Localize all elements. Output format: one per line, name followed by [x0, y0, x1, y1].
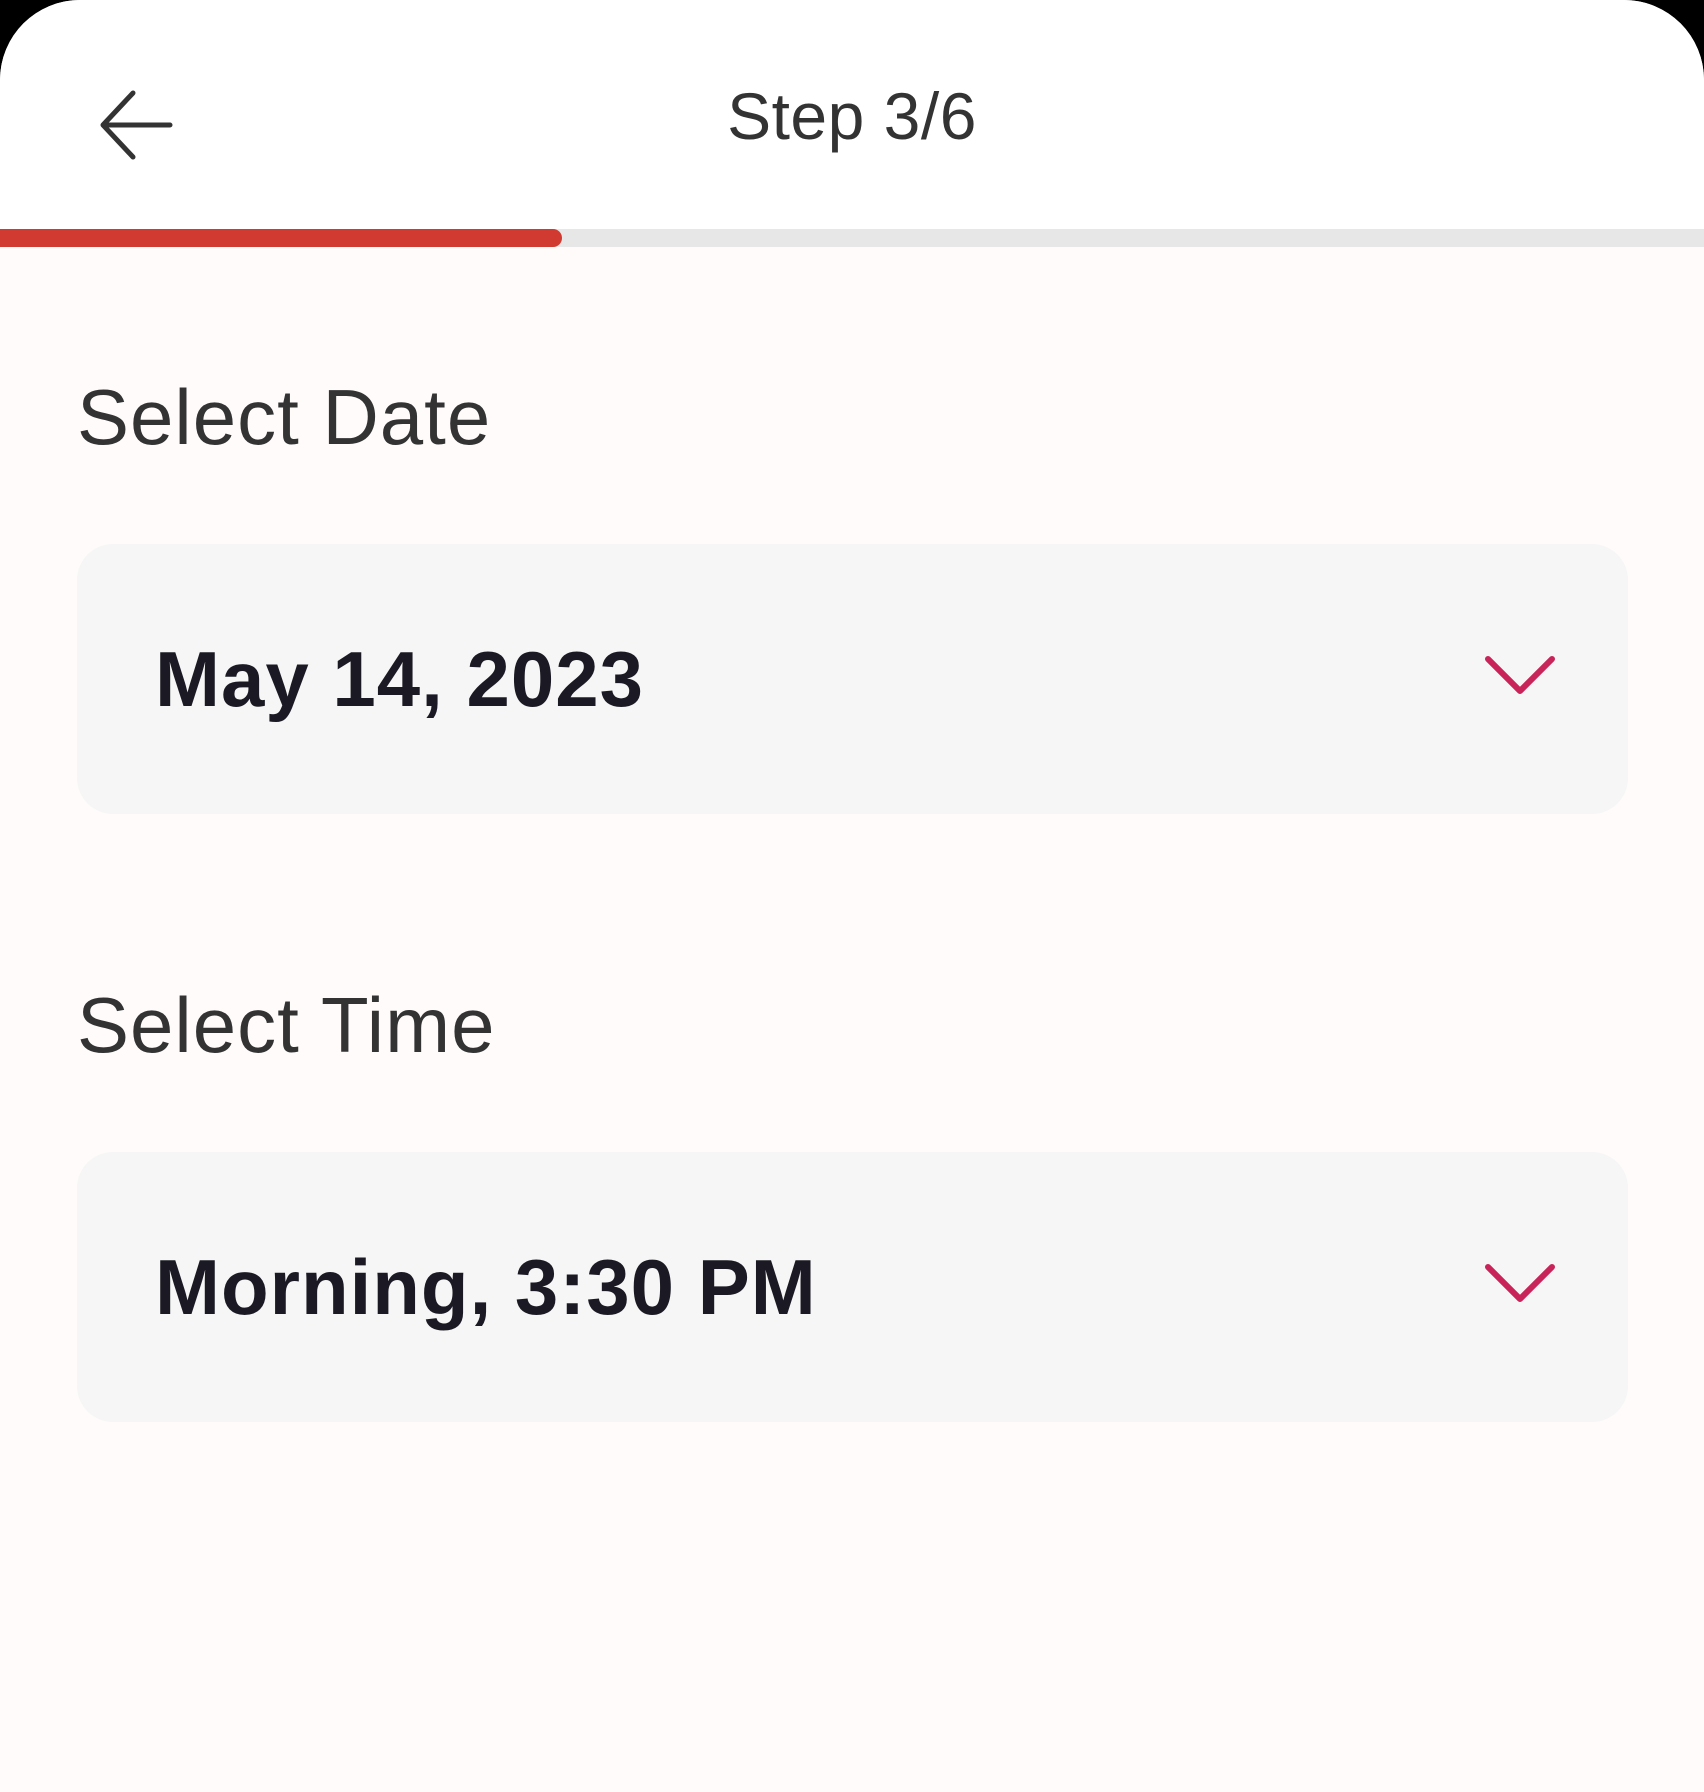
chevron-down-icon — [1480, 646, 1560, 706]
time-value: Morning, 3:30 PM — [155, 1243, 817, 1331]
chevron-down-icon — [1480, 1254, 1560, 1314]
header: Step 3/6 — [0, 0, 1704, 230]
progress-bar — [0, 229, 1704, 247]
date-dropdown[interactable]: May 14, 2023 — [77, 544, 1628, 814]
booking-screen: Step 3/6 Select Date May 14, 2023 Select… — [0, 0, 1704, 1792]
progress-fill — [0, 229, 563, 247]
date-value: May 14, 2023 — [155, 635, 645, 723]
time-dropdown[interactable]: Morning, 3:30 PM — [77, 1152, 1628, 1422]
select-time-label: Select Time — [77, 981, 496, 1069]
page-title: Step 3/6 — [727, 79, 977, 153]
select-date-label: Select Date — [77, 373, 492, 461]
